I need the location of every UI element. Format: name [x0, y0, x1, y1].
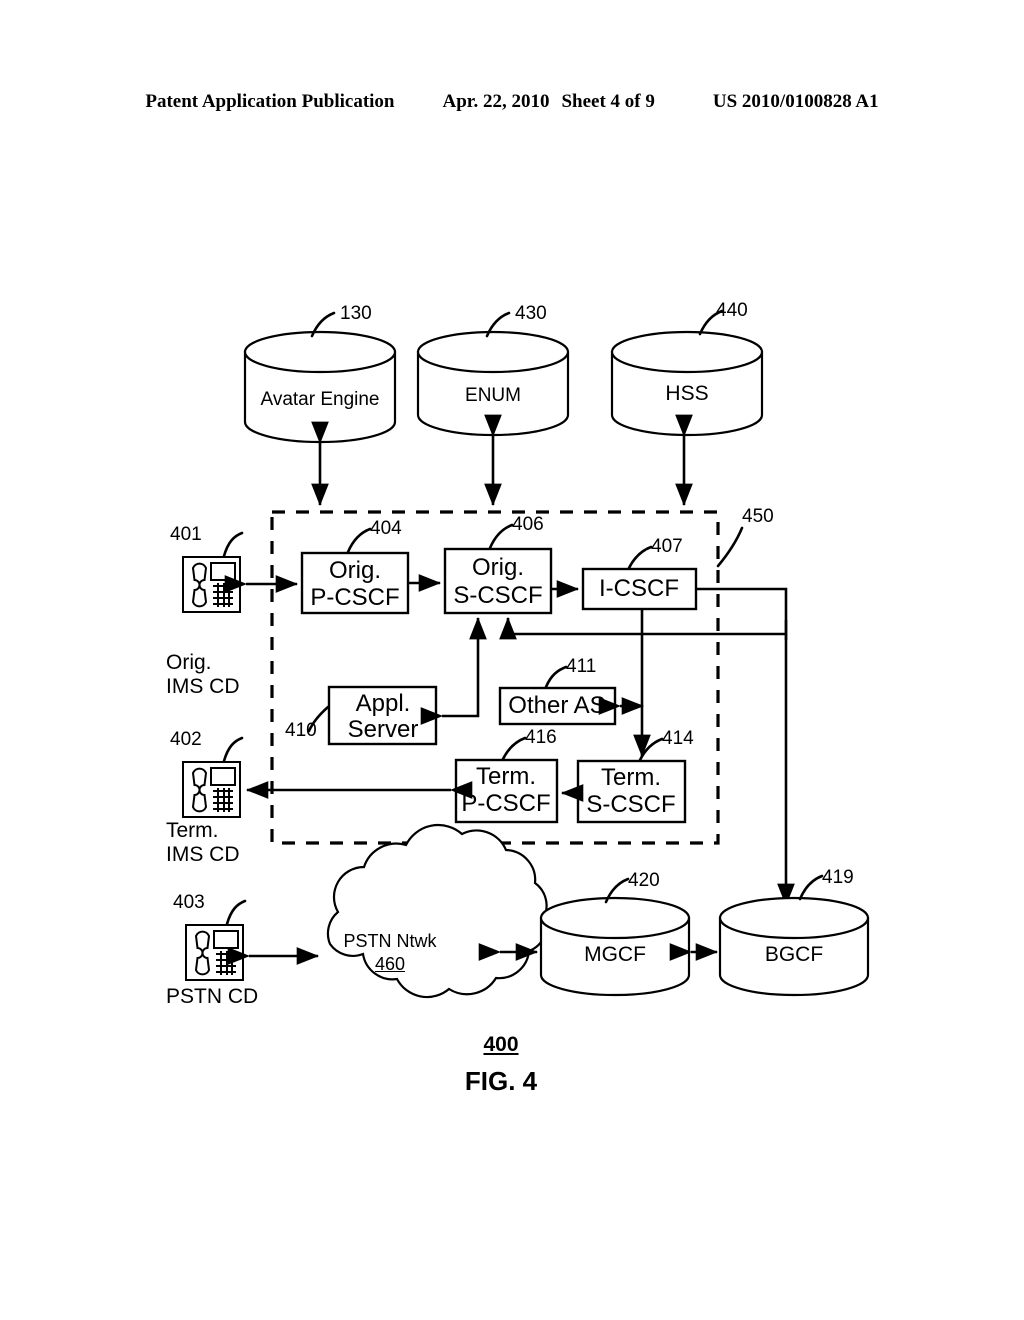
- ref-407: 407: [651, 536, 683, 557]
- label-other-as: Other AS: [508, 692, 606, 719]
- ref-403: 403: [173, 892, 205, 913]
- label-appl-server-line2: Server: [347, 716, 419, 743]
- ref-406: 406: [512, 514, 544, 535]
- leader-419: [798, 874, 824, 901]
- label-term-ims-cd-line2: IMS CD: [166, 843, 240, 866]
- ref-410: 410: [285, 720, 317, 741]
- label-hss: HSS: [665, 382, 709, 405]
- link-return-to-orig-s-cscf: [499, 616, 786, 640]
- label-term-s-cscf-line2: S-CSCF: [586, 791, 676, 818]
- label-bgcf: BGCF: [764, 943, 824, 966]
- leader-402: [222, 736, 244, 763]
- label-term-p-cscf-line1: Term.: [476, 763, 536, 790]
- leader-450: [716, 526, 744, 568]
- label-orig-ims-cd-line1: Orig.: [166, 651, 212, 674]
- label-orig-p-cscf-line2: P-CSCF: [310, 584, 400, 611]
- leader-401: [222, 531, 244, 558]
- ref-419: 419: [822, 867, 854, 888]
- label-mgcf: MGCF: [584, 943, 646, 966]
- leader-416: [501, 736, 527, 761]
- label-orig-s-cscf-line1: Orig.: [471, 554, 525, 581]
- label-orig-p-cscf-line1: Orig.: [328, 557, 382, 584]
- figure-number: 400: [483, 1033, 519, 1056]
- label-orig-s-cscf-line2: S-CSCF: [453, 582, 543, 609]
- database-avatar-engine: [243, 330, 397, 444]
- ref-401: 401: [170, 524, 202, 545]
- label-term-ims-cd-line1: Term.: [166, 819, 219, 842]
- device-icon-orig-ims-cd: [182, 556, 241, 613]
- patent-page: Patent Application Publication Apr. 22, …: [0, 0, 1024, 1320]
- ref-414: 414: [662, 728, 694, 749]
- label-enum: ENUM: [465, 385, 521, 406]
- label-orig-ims-cd-line2: IMS CD: [166, 675, 240, 698]
- ref-440: 440: [716, 300, 748, 321]
- figure-caption: FIG. 4: [464, 1066, 538, 1096]
- label-i-cscf: I-CSCF: [599, 575, 679, 602]
- device-icon-pstn-cd: [185, 924, 244, 981]
- database-enum: [416, 330, 570, 437]
- ref-404: 404: [370, 518, 402, 539]
- label-avatar-engine: Avatar Engine: [260, 389, 380, 410]
- pstn-cloud: [326, 824, 548, 999]
- figure-drawing: [182, 309, 870, 999]
- ref-430: 430: [515, 303, 547, 324]
- ref-402: 402: [170, 729, 202, 750]
- device-icon-term-ims-cd: [182, 761, 241, 818]
- label-term-p-cscf-line2: P-CSCF: [461, 790, 551, 817]
- link-appl-server-orig-s-cscf: [420, 616, 487, 725]
- leader-411: [544, 665, 568, 689]
- label-pstn-network: PSTN Ntwk: [343, 931, 437, 951]
- ref-416: 416: [525, 727, 557, 748]
- ref-130: 130: [340, 303, 372, 324]
- label-appl-server-line1: Appl.: [355, 690, 411, 717]
- leader-406: [488, 523, 514, 550]
- label-term-s-cscf-line1: Term.: [601, 764, 661, 791]
- leader-404: [346, 527, 372, 554]
- ref-450: 450: [742, 506, 774, 527]
- label-pstn-cd: PSTN CD: [166, 985, 259, 1008]
- ref-411: 411: [566, 656, 597, 677]
- ref-420: 420: [628, 870, 660, 891]
- leader-407: [627, 545, 653, 570]
- leader-403: [225, 899, 247, 926]
- ref-460: 460: [374, 954, 406, 974]
- link-i-cscf-to-trunk: [696, 587, 788, 640]
